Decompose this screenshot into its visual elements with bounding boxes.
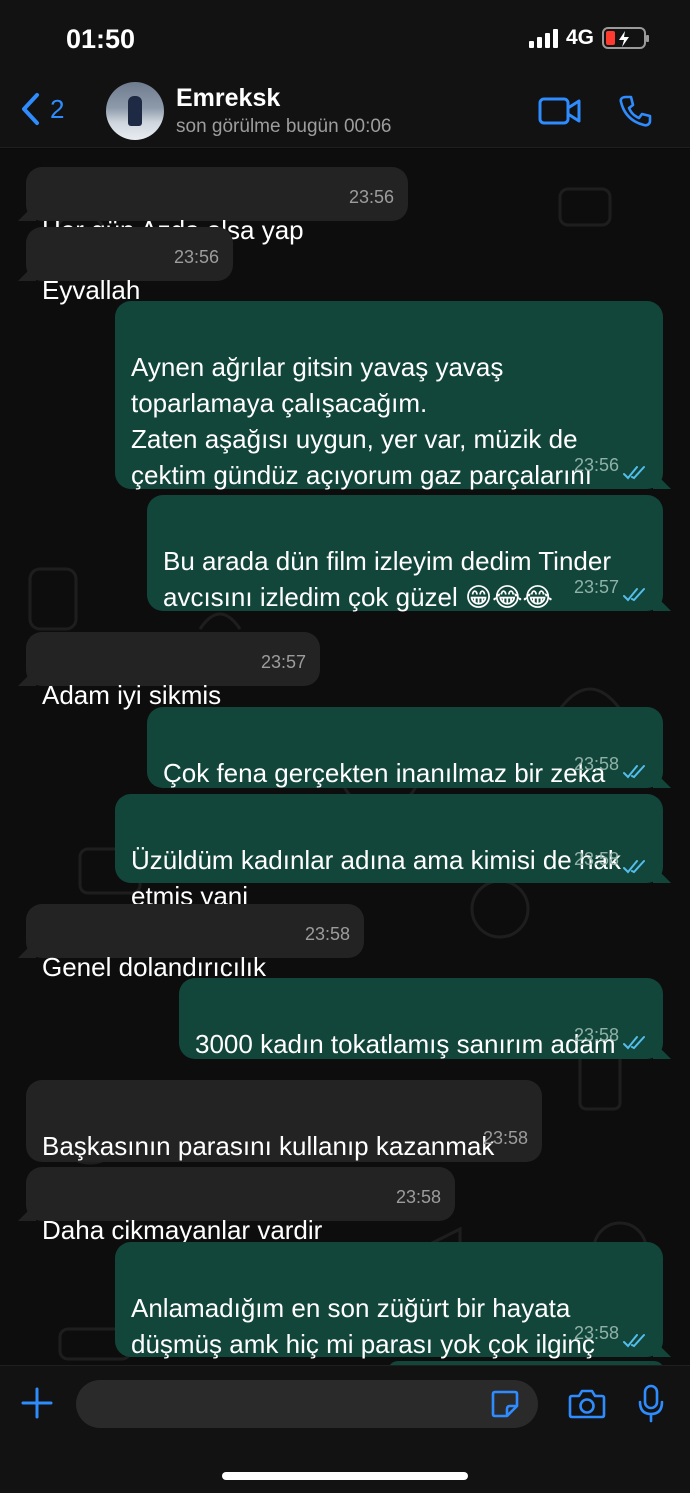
message-incoming[interactable]: Adam iyi sikmis 23:57 [26, 632, 320, 710]
camera-button[interactable] [568, 1388, 606, 1425]
signal-icon [528, 28, 558, 48]
message-time: 23:58 [573, 1323, 619, 1343]
message-outgoing[interactable]: Anlamadığım en son züğürt bir hayata düş… [115, 1242, 663, 1359]
message-time: 23:58 [573, 849, 619, 869]
camera-icon [568, 1389, 606, 1419]
message-time: 23:58 [573, 1025, 619, 1045]
plus-icon [21, 1387, 53, 1419]
message-text: Adam iyi sikmis [42, 680, 222, 710]
phone-icon [619, 95, 652, 127]
attach-button[interactable] [20, 1386, 54, 1425]
message-time: 23:56 [348, 187, 394, 207]
message-text: Eyvallah [42, 275, 141, 305]
contact-name[interactable]: Emreksk [176, 84, 280, 113]
message-incoming[interactable]: Genel dolandırıcılık 23:58 [26, 904, 364, 982]
message-text: Çok fena gerçekten inanılmaz bir zeka [163, 758, 606, 788]
message-input[interactable] [76, 1380, 538, 1428]
double-check-icon [623, 466, 645, 480]
message-text: Aynen ağrılar gitsin yavaş yavaş toparla… [131, 352, 592, 490]
message-list[interactable]: Her gün Azda olsa yap 23:56 Eyvallah 23:… [0, 149, 690, 1365]
message-outgoing[interactable]: Üzüldüm kadınlar adına ama kimisi de hak… [115, 794, 663, 911]
message-outgoing[interactable]: Bu arada dün film izleyim dedim Tinder a… [147, 495, 663, 612]
message-text: 3000 kadın tokatlamış sanırım adam [195, 1029, 616, 1059]
unread-count: 2 [50, 93, 65, 124]
chat-header: 2 Emreksk son görülme bugün 00:06 [0, 78, 690, 148]
video-camera-icon [538, 97, 581, 125]
message-incoming[interactable]: Daha cikmayanlar vardir 23:58 [26, 1167, 455, 1245]
message-time: 23:57 [573, 577, 619, 597]
message-text: Başkasının parasını kullanıp kazanmak [42, 1131, 495, 1161]
sticker-icon [491, 1390, 519, 1418]
message-outgoing[interactable]: Çok fena gerçekten inanılmaz bir zeka 23… [147, 707, 663, 788]
message-text: Daha cikmayanlar vardir [42, 1215, 323, 1245]
message-time: 23:58 [482, 1128, 528, 1148]
message-outgoing[interactable]: 3000 kadın tokatlamış sanırım adam 23:58 [179, 978, 663, 1059]
back-button[interactable]: 2 [20, 92, 64, 126]
voice-call-button[interactable] [618, 94, 652, 133]
message-time: 23:56 [173, 247, 219, 267]
double-check-icon [623, 765, 645, 779]
last-seen: son görülme bugün 00:06 [176, 116, 392, 137]
message-time: 23:56 [573, 455, 619, 475]
double-check-icon [623, 860, 645, 874]
voice-message-button[interactable] [638, 1384, 664, 1429]
network-type: 4G [565, 26, 594, 49]
message-text: Bu arada dün film izleyim dedim Tinder a… [163, 546, 611, 612]
message-text: Anlamadığım en son züğürt bir hayata düş… [131, 1293, 595, 1359]
message-incoming[interactable]: Her gün Azda olsa yap 23:56 [26, 167, 408, 245]
message-incoming[interactable]: Eyvallah 23:56 [26, 227, 233, 305]
status-indicators: 4G [528, 26, 649, 50]
double-check-icon [623, 1334, 645, 1348]
message-time: 23:58 [573, 754, 619, 774]
sticker-button[interactable] [490, 1389, 520, 1424]
avatar[interactable] [106, 82, 164, 140]
microphone-icon [638, 1384, 664, 1423]
double-check-icon [623, 588, 645, 602]
video-call-button[interactable] [538, 96, 582, 131]
message-time: 23:58 [395, 1187, 441, 1207]
message-time: 23:58 [304, 924, 350, 944]
chevron-left-icon [22, 93, 39, 125]
message-outgoing[interactable]: Aynen ağrılar gitsin yavaş yavaş toparla… [115, 301, 663, 490]
message-incoming[interactable]: Başkasının parasını kullanıp kazanmak 23… [26, 1080, 542, 1162]
battery-icon [602, 27, 649, 49]
message-time: 23:57 [260, 652, 306, 672]
home-indicator [222, 1472, 468, 1480]
double-check-icon [623, 1036, 645, 1050]
status-bar: 01:50 4G [0, 0, 690, 78]
status-time: 01:50 [66, 24, 136, 54]
